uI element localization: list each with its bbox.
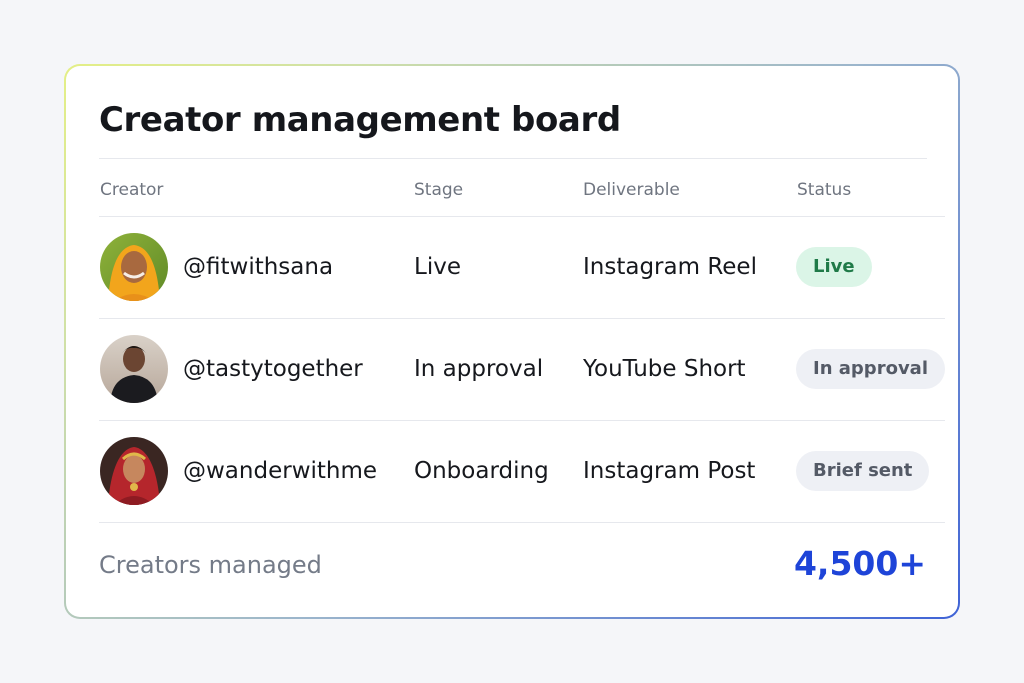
status-badge: Live — [796, 247, 872, 287]
column-header-status: Status — [797, 180, 852, 200]
stage-cell: Live — [414, 254, 461, 280]
table-row[interactable]: @fitwithsana Live Instagram Reel Live — [66, 216, 958, 318]
footer-divider — [99, 522, 945, 523]
column-header-deliverable: Deliverable — [583, 180, 680, 200]
deliverable-cell: Instagram Post — [583, 458, 756, 484]
table-row[interactable]: @wanderwithme Onboarding Instagram Post … — [66, 420, 958, 522]
stage-cell: In approval — [414, 356, 544, 382]
creator-handle[interactable]: @fitwithsana — [183, 254, 333, 280]
status-badge: In approval — [796, 349, 945, 389]
deliverable-cell: Instagram Reel — [583, 254, 757, 280]
creators-managed-label: Creators managed — [99, 551, 322, 579]
creator-handle[interactable]: @wanderwithme — [183, 458, 377, 484]
avatar — [100, 233, 168, 301]
creator-board-card: Creator management board Creator Stage D… — [66, 66, 958, 617]
title-divider — [99, 158, 927, 159]
avatar — [100, 437, 168, 505]
creators-managed-value: 4,500+ — [793, 544, 926, 583]
status-badge: Brief sent — [796, 451, 930, 491]
avatar — [100, 335, 168, 403]
column-header-creator: Creator — [100, 180, 164, 200]
column-header-stage: Stage — [414, 180, 464, 200]
creator-handle[interactable]: @tastytogether — [183, 356, 363, 382]
board-title: Creator management board — [99, 100, 621, 140]
deliverable-cell: YouTube Short — [583, 356, 746, 382]
creator-board-card-frame: Creator management board Creator Stage D… — [64, 64, 960, 619]
table-row[interactable]: @tastytogether In approval YouTube Short… — [66, 318, 958, 420]
stage-cell: Onboarding — [414, 458, 549, 484]
